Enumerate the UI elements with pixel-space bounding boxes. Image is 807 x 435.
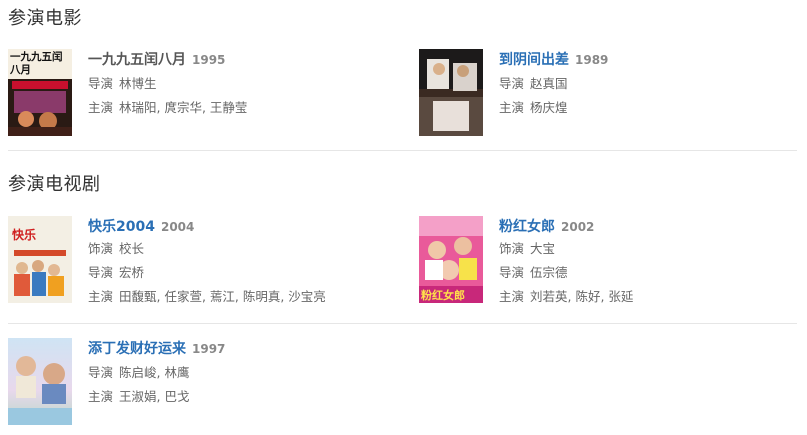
director-value: 宏桥 — [119, 265, 145, 280]
poster-image[interactable]: 一九九五闰八月 — [8, 49, 72, 136]
cast-value: 刘若英, 陈好, 张延 — [530, 289, 634, 304]
tv-card-2002[interactable]: 粉红女郎 粉红女郎 2002 饰演 大宝 导演 伍宗德 主演 刘若英, 陈好, 张延 — [419, 216, 807, 306]
director-row: 导演 赵真国 — [499, 72, 799, 96]
tv-year: 1997 — [192, 342, 226, 356]
role-row: 饰演 大宝 — [499, 237, 799, 261]
poster-art — [8, 338, 72, 425]
director-value: 赵真国 — [530, 76, 568, 91]
poster-image[interactable]: 快乐 — [8, 216, 72, 303]
movie-info: 一九九五闰八月 1995 导演 林博生 主演 林瑞阳, 庹宗华, 王静莹 — [88, 49, 388, 120]
tv-info: 添丁发财好运来 1997 导演 陈启峻, 林鹰 主演 王淑娟, 巴戈 — [88, 338, 388, 409]
tv-year: 2002 — [561, 220, 595, 234]
title-row: 到阴间出差 1989 — [499, 49, 799, 69]
director-value: 陈启峻, 林鹰 — [119, 365, 190, 380]
tv-info: 粉红女郎 2002 饰演 大宝 导演 伍宗德 主演 刘若英, 陈好, 张延 — [499, 216, 799, 309]
director-label: 导演 — [88, 265, 114, 280]
director-label: 导演 — [499, 265, 525, 280]
director-value: 林博生 — [119, 76, 157, 91]
director-row: 导演 林博生 — [88, 72, 388, 96]
title-row: 一九九五闰八月 1995 — [88, 49, 388, 69]
director-row: 导演 伍宗德 — [499, 261, 799, 285]
tv-title[interactable]: 粉红女郎 — [499, 219, 555, 235]
tv-title[interactable]: 添丁发财好运来 — [88, 341, 186, 357]
director-label: 导演 — [88, 365, 114, 380]
cast-value: 林瑞阳, 庹宗华, 王静莹 — [119, 100, 248, 115]
cast-label: 主演 — [88, 100, 114, 115]
director-label: 导演 — [88, 76, 114, 91]
cast-row: 主演 王淑娟, 巴戈 — [88, 385, 388, 409]
poster-text: 粉红女郎 — [421, 289, 465, 302]
poster-image[interactable]: 粉红女郎 — [419, 216, 483, 303]
role-label: 饰演 — [88, 241, 114, 256]
director-value: 伍宗德 — [530, 265, 568, 280]
tv-card-2004[interactable]: 快乐 快乐2004 2004 饰演 校长 导演 宏桥 主演 田馥甄, 任家萱, 蔫江, … — [8, 216, 398, 306]
movie-year: 1989 — [575, 53, 609, 67]
poster-image[interactable] — [8, 338, 72, 425]
section-title-movies: 参演电影 — [8, 8, 82, 29]
role-row: 饰演 校长 — [88, 237, 388, 261]
role-value: 大宝 — [530, 241, 556, 256]
director-row: 导演 宏桥 — [88, 261, 388, 285]
tv-card-1997[interactable]: 添丁发财好运来 1997 导演 陈启峻, 林鹰 主演 王淑娟, 巴戈 — [8, 338, 398, 428]
poster-image[interactable] — [419, 49, 483, 136]
tv-meta: 饰演 校长 导演 宏桥 主演 田馥甄, 任家萱, 蔫江, 陈明真, 沙宝亮 — [88, 237, 388, 309]
movie-meta: 导演 赵真国 主演 杨庆煌 — [499, 72, 799, 120]
director-label: 导演 — [499, 76, 525, 91]
movie-year: 1995 — [192, 53, 226, 67]
tv-meta: 导演 陈启峻, 林鹰 主演 王淑娟, 巴戈 — [88, 361, 388, 409]
poster-text: 一九九五闰八月 — [10, 51, 63, 76]
section-divider — [8, 150, 797, 151]
tv-year: 2004 — [160, 220, 195, 234]
cast-value: 王淑娟, 巴戈 — [119, 389, 190, 404]
cast-row: 主演 林瑞阳, 庹宗华, 王静莹 — [88, 96, 388, 120]
role-value: 校长 — [119, 241, 145, 256]
section-title-tv: 参演电视剧 — [8, 174, 101, 195]
movie-card-1995[interactable]: 一九九五闰八月 一九九五闰八月 1995 导演 林博生 主演 林瑞阳, 庹宗华, 王静… — [8, 49, 398, 139]
cast-row: 主演 刘若英, 陈好, 张延 — [499, 285, 799, 309]
cast-value: 田馥甄, 任家萱, 蔫江, 陈明真, 沙宝亮 — [119, 289, 326, 304]
title-row: 粉红女郎 2002 — [499, 216, 799, 236]
role-label: 饰演 — [499, 241, 525, 256]
cast-label: 主演 — [499, 289, 525, 304]
cast-label: 主演 — [499, 100, 525, 115]
poster-art — [419, 49, 483, 136]
row-divider — [8, 323, 797, 324]
movie-meta: 导演 林博生 主演 林瑞阳, 庹宗华, 王静莹 — [88, 72, 388, 120]
movie-info: 到阴间出差 1989 导演 赵真国 主演 杨庆煌 — [499, 49, 799, 120]
filmography-page: 参演电影 一九九五闰八月 一九九五闰八月 1995 导演 林博生 主演 林瑞阳, 庹宗… — [0, 0, 807, 435]
movie-title[interactable]: 一九九五闰八月 — [88, 52, 186, 68]
tv-meta: 饰演 大宝 导演 伍宗德 主演 刘若英, 陈好, 张延 — [499, 237, 799, 309]
movie-card-1989[interactable]: 到阴间出差 1989 导演 赵真国 主演 杨庆煌 — [419, 49, 807, 139]
cast-row: 主演 杨庆煌 — [499, 96, 799, 120]
poster-text: 快乐 — [12, 228, 37, 242]
cast-label: 主演 — [88, 289, 114, 304]
title-row: 快乐2004 2004 — [88, 216, 388, 236]
cast-row: 主演 田馥甄, 任家萱, 蔫江, 陈明真, 沙宝亮 — [88, 285, 388, 309]
cast-value: 杨庆煌 — [530, 100, 568, 115]
tv-info: 快乐2004 2004 饰演 校长 导演 宏桥 主演 田馥甄, 任家萱, 蔫江, 陈明真… — [88, 216, 388, 309]
cast-label: 主演 — [88, 389, 114, 404]
movie-title[interactable]: 到阴间出差 — [499, 52, 569, 68]
director-row: 导演 陈启峻, 林鹰 — [88, 361, 388, 385]
tv-title[interactable]: 快乐2004 — [88, 219, 155, 235]
title-row: 添丁发财好运来 1997 — [88, 338, 388, 358]
